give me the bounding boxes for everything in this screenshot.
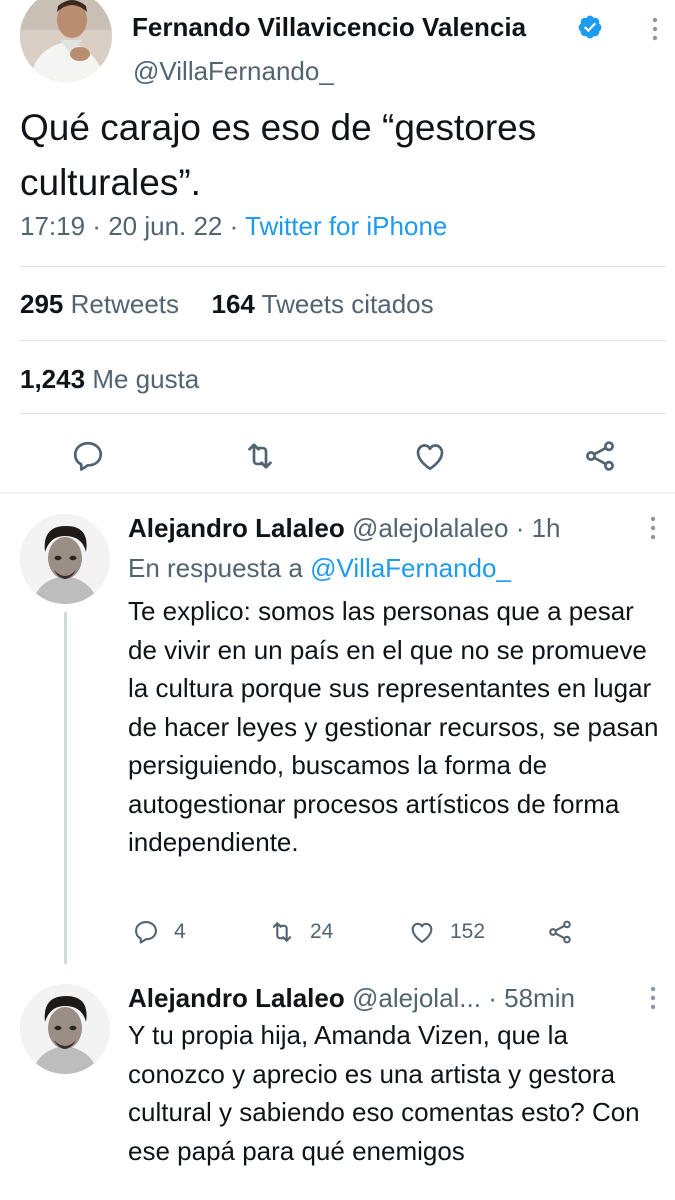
reply-author-avatar[interactable] <box>20 514 110 604</box>
reply-icon[interactable] <box>70 438 106 474</box>
retweet-count: 24 <box>310 920 334 943</box>
quotes-stat[interactable]: 164 Tweets citados <box>211 289 433 319</box>
tweet-source-link[interactable]: Twitter for iPhone <box>245 211 447 241</box>
reply-more-options-icon[interactable] <box>648 985 658 1011</box>
author-avatar[interactable] <box>20 0 112 82</box>
reply-author-handle[interactable]: @alejolal... <box>352 983 481 1013</box>
tweet-time: 17:19 <box>20 211 86 241</box>
replying-to-label: En respuesta a <box>128 553 303 583</box>
reply-author-avatar[interactable] <box>20 984 110 1074</box>
main-tweet: Fernando Villavicencio Valencia @VillaFe… <box>0 0 675 492</box>
replying-to-mention[interactable]: @VillaFernando_ <box>310 553 511 583</box>
share-icon <box>549 920 571 944</box>
quotes-count: 164 <box>211 289 255 319</box>
retweets-count: 295 <box>20 289 64 319</box>
like-icon[interactable] <box>412 438 448 474</box>
section-separator <box>0 492 675 494</box>
engagement-stats-row: 295 Retweets 164 Tweets citados <box>20 289 434 320</box>
tweet-meta: 17:19 · 20 jun. 22 · Twitter for iPhone <box>20 211 448 241</box>
reply-time[interactable]: 1h <box>532 513 561 543</box>
reply-text: Te explico: somos las personas que a pes… <box>128 596 659 857</box>
likes-stat[interactable]: 1,243 Me gusta <box>20 364 199 395</box>
reply-count: 4 <box>174 920 186 943</box>
like-action[interactable]: 152 <box>408 918 485 946</box>
reply-action[interactable]: 4 <box>132 918 186 946</box>
reply-header: Alejandro Lalaleo @alejolal... · 58min <box>128 983 575 1013</box>
share-icon[interactable] <box>582 438 618 474</box>
author-handle[interactable]: @VillaFernando_ <box>133 56 334 87</box>
reply-time[interactable]: 58min <box>504 983 575 1013</box>
like-count: 152 <box>450 920 486 943</box>
reply-text: Y tu propia hija, Amanda Vizen, que la c… <box>128 1020 640 1166</box>
like-icon <box>411 922 433 943</box>
retweets-stat[interactable]: 295 Retweets <box>20 289 179 319</box>
reply-more-options-icon[interactable] <box>648 515 658 541</box>
thread-connector <box>64 612 67 964</box>
divider <box>20 413 666 414</box>
divider <box>20 266 666 267</box>
retweets-label: Retweets <box>70 289 180 319</box>
reply-author-handle[interactable]: @alejolalaleo <box>352 513 509 543</box>
reply-author-name[interactable]: Alejandro Lalaleo <box>128 513 345 543</box>
reply-author-name[interactable]: Alejandro Lalaleo <box>128 983 345 1013</box>
share-action[interactable] <box>546 918 588 946</box>
divider <box>20 340 666 341</box>
retweet-action[interactable]: 24 <box>268 918 333 946</box>
retweet-icon <box>272 922 292 942</box>
quotes-label: Tweets citados <box>261 289 434 319</box>
replying-to: En respuesta a @VillaFernando_ <box>128 553 511 584</box>
reply-header: Alejandro Lalaleo @alejolalaleo · 1h <box>128 513 561 543</box>
likes-count: 1,243 <box>20 364 86 394</box>
tweet-text: Qué carajo es eso de “gestores culturale… <box>20 107 537 203</box>
tweet-date: 20 jun. 22 <box>108 211 223 241</box>
verified-badge-icon <box>578 15 602 39</box>
likes-label: Me gusta <box>92 364 200 394</box>
retweet-icon[interactable] <box>242 438 278 474</box>
author-name[interactable]: Fernando Villavicencio Valencia <box>132 12 526 43</box>
reply-icon <box>135 921 157 944</box>
more-options-icon[interactable] <box>650 16 660 42</box>
